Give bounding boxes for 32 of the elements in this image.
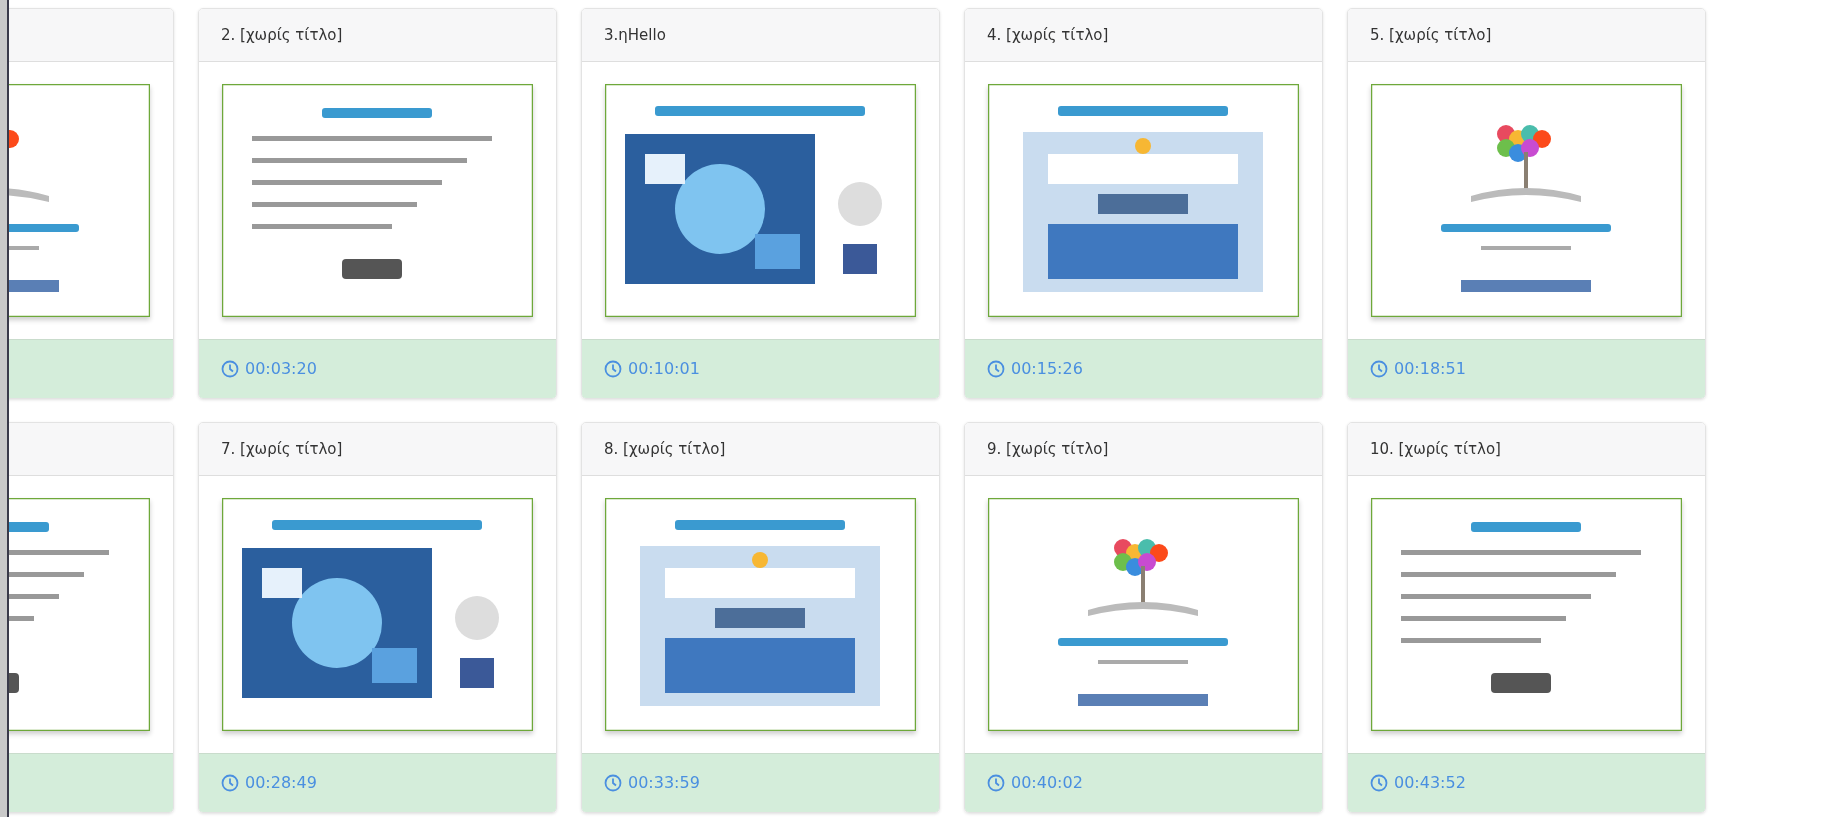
slide-card[interactable]: 8. [χωρίς τίτλο] 00:33:59 [581,422,940,813]
slide-title: 2. [χωρίς τίτλο] [221,24,343,46]
slide-title: 4. [χωρίς τίτλο] [987,24,1109,46]
timestamp: 00:03:20 [245,358,317,380]
clock-icon [987,774,1005,792]
timestamp: 00:33:59 [628,772,700,794]
slide-card[interactable]: 5. [χωρίς τίτλο] 00:18:51 [1347,8,1706,399]
timestamp: 00:40:02 [1011,772,1083,794]
timestamp: 00:15:26 [1011,358,1083,380]
slide-title: 8. [χωρίς τίτλο] [604,438,726,460]
timestamp: 00:43:52 [1394,772,1466,794]
slide-card[interactable]: 3.ηHello 00:10:01 [581,8,940,399]
timestamp: 00:10:01 [628,358,700,380]
timestamp: 00:28:49 [245,772,317,794]
clock-icon [1370,360,1388,378]
slide-title: 7. [χωρίς τίτλο] [221,438,343,460]
clock-icon [221,360,239,378]
clock-icon [1370,774,1388,792]
timestamp: 00:18:51 [1394,358,1466,380]
slide-card[interactable]: 9. [χωρίς τίτλο] 00:40:02 [964,422,1323,813]
clock-icon [604,360,622,378]
clock-icon [604,774,622,792]
slide-card[interactable]: 10. [χωρίς τίτλο] 00:43:52 [1347,422,1706,813]
slide-card[interactable]: 4. [χωρίς τίτλο] 00:15:26 [964,8,1323,399]
slide-title: 3.ηHello [604,24,666,46]
slide-title: 10. [χωρίς τίτλο] [1370,438,1501,460]
clock-icon [221,774,239,792]
slide-title: 5. [χωρίς τίτλο] [1370,24,1492,46]
slide-card[interactable]: 2. [χωρίς τίτλο] 00:03:20 [198,8,557,399]
slide-title: 9. [χωρίς τίτλο] [987,438,1109,460]
clock-icon [987,360,1005,378]
slide-card[interactable]: 7. [χωρίς τίτλο] 00:28:49 [198,422,557,813]
